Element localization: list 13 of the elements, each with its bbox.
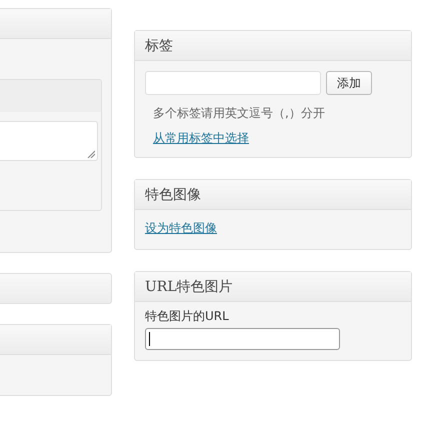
text-cursor-icon xyxy=(149,332,150,346)
url-input[interactable] xyxy=(145,328,340,350)
resize-grip-icon[interactable] xyxy=(87,150,95,158)
panel-title: URL特色图片 xyxy=(135,272,411,302)
panel-title: 标签 xyxy=(135,31,411,61)
choose-tags-link[interactable]: 从常用标签中选择 xyxy=(153,130,401,147)
hint-text: 多个标签请用英文逗号（,）分开 xyxy=(153,105,326,122)
tag-input[interactable] xyxy=(145,71,321,95)
panel-title: 特色图像 xyxy=(135,180,411,210)
add-button[interactable]: 添加 xyxy=(326,71,372,95)
collapsed-panel[interactable] xyxy=(0,273,112,304)
set-image-link[interactable]: 设为特色图像 xyxy=(145,220,401,237)
field-label: 特色图片的URL xyxy=(145,308,230,325)
